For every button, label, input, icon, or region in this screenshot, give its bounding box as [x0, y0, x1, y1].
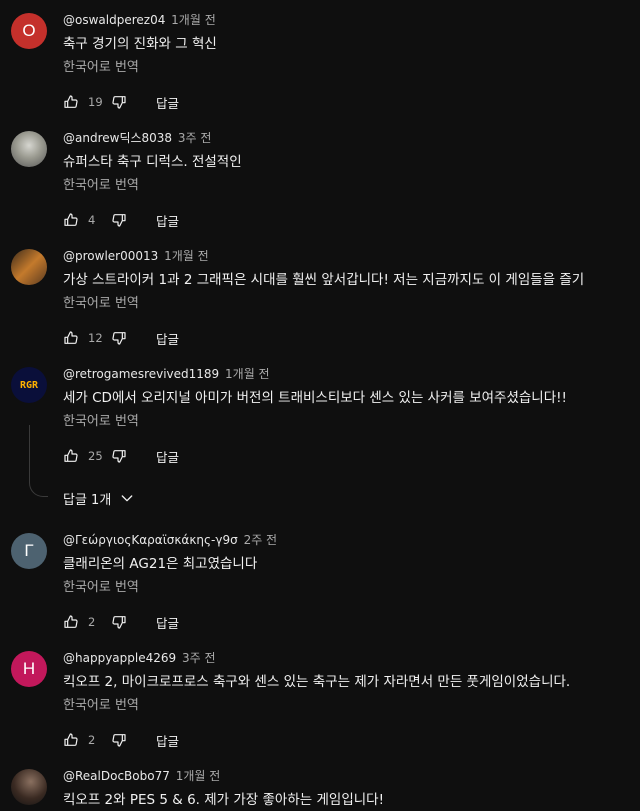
comment-author[interactable]: @happyapple4269	[63, 651, 176, 665]
avatar[interactable]	[11, 131, 47, 167]
translate-button[interactable]: 한국어로 번역	[63, 293, 139, 315]
comment-time[interactable]: 3주 전	[178, 131, 212, 145]
comment-time[interactable]: 3주 전	[182, 651, 216, 665]
comment-time[interactable]: 1개월 전	[164, 249, 209, 263]
avatar[interactable]: Γ	[11, 533, 47, 569]
comment-text: 킥오프 2와 PES 5 & 6. 제가 가장 좋아하는 게임입니다!	[63, 792, 384, 808]
translate-button[interactable]: 한국어로 번역	[63, 57, 139, 79]
avatar[interactable]: RGR	[11, 367, 47, 403]
comment-time[interactable]: 2주 전	[244, 533, 278, 547]
comment-meta: @oswaldperez04 1개월 전	[63, 11, 216, 29]
comment-author[interactable]: @ΓεώργιοςΚαραϊσκάκης-γ9σ	[63, 533, 238, 547]
comment-author[interactable]: @RealDocBobo77	[63, 769, 170, 783]
thumb-down-icon[interactable]	[110, 613, 128, 631]
comment-text: 슈퍼스타 축구 디럭스. 전설적인	[63, 154, 242, 170]
like-count: 2	[88, 733, 96, 747]
reply-button[interactable]: 답글	[156, 329, 179, 348]
chevron-down-icon	[121, 495, 133, 502]
avatar[interactable]	[11, 249, 47, 285]
avatar[interactable]: H	[11, 651, 47, 687]
view-replies-button[interactable]: 답글 1개	[63, 487, 135, 509]
avatar[interactable]	[11, 769, 47, 805]
thread-connector	[29, 425, 48, 497]
like-count: 2	[88, 615, 96, 629]
comment-text: 축구 경기의 진화와 그 혁신	[63, 36, 217, 52]
comment-meta: @prowler00013 1개월 전	[63, 247, 209, 265]
comment-item: Γ @ΓεώργιοςΚαραϊσκάκης-γ9σ 2주 전 클래리온의 AG…	[0, 531, 640, 641]
avatar-letter: RGR	[19, 379, 39, 391]
comment-item: RGR @retrogamesrevived1189 1개월 전 세가 CD에서…	[0, 365, 640, 475]
comment-meta: @ΓεώργιοςΚαραϊσκάκης-γ9σ 2주 전	[63, 531, 277, 549]
comment-actions: 2 답글	[62, 610, 179, 634]
like-count: 25	[88, 449, 103, 463]
comment-meta: @happyapple4269 3주 전	[63, 649, 216, 667]
thumb-down-icon[interactable]	[110, 211, 128, 229]
reply-button[interactable]: 답글	[156, 93, 179, 112]
thumb-down-icon[interactable]	[110, 731, 128, 749]
thumb-down-icon[interactable]	[110, 447, 128, 465]
comment-actions: 4 답글	[62, 208, 179, 232]
comment-actions: 12 답글	[62, 326, 179, 350]
translate-button[interactable]: 한국어로 번역	[63, 577, 139, 599]
thumb-down-icon[interactable]	[110, 93, 128, 111]
comment-item: H @happyapple4269 3주 전 킥오프 2, 마이크로프로스 축구…	[0, 649, 640, 759]
comment-actions: 19 답글	[62, 90, 179, 114]
comment-item: O @oswaldperez04 1개월 전 축구 경기의 진화와 그 혁신 한…	[0, 11, 640, 121]
comment-meta: @RealDocBobo77 1개월 전	[63, 767, 220, 785]
reply-button[interactable]: 답글	[156, 447, 179, 466]
comment-actions: 2 답글	[62, 728, 179, 752]
reply-button[interactable]: 답글	[156, 211, 179, 230]
comment-meta: @andrew딕스8038 3주 전	[63, 129, 211, 147]
comment-time[interactable]: 1개월 전	[171, 13, 216, 27]
reply-button[interactable]: 답글	[156, 613, 179, 632]
translate-button[interactable]: 한국어로 번역	[63, 411, 139, 433]
comment-author[interactable]: @oswaldperez04	[63, 13, 165, 27]
replies-label: 답글 1개	[63, 492, 112, 508]
comment-item: @prowler00013 1개월 전 가상 스트라이커 1과 2 그래픽은 시…	[0, 247, 640, 357]
avatar-letter: O	[22, 21, 36, 40]
comment-text: 킥오프 2, 마이크로프로스 축구와 센스 있는 축구는 제가 자라면서 만든 …	[63, 674, 571, 690]
avatar-letter: H	[22, 659, 36, 678]
like-count: 12	[88, 331, 103, 345]
avatar[interactable]: O	[11, 13, 47, 49]
thumb-down-icon[interactable]	[110, 329, 128, 347]
comment-text: 클래리온의 AG21은 최고였습니다	[63, 556, 258, 572]
comment-meta: @retrogamesrevived1189 1개월 전	[63, 365, 270, 383]
comment-text: 가상 스트라이커 1과 2 그래픽은 시대를 훨씬 앞서갑니다! 저는 지금까지…	[63, 272, 585, 288]
thumb-up-icon[interactable]	[62, 613, 80, 631]
comment-author[interactable]: @retrogamesrevived1189	[63, 367, 219, 381]
thumb-up-icon[interactable]	[62, 731, 80, 749]
avatar-letter: Γ	[24, 541, 34, 560]
comment-item: @andrew딕스8038 3주 전 슈퍼스타 축구 디럭스. 전설적인 한국어…	[0, 129, 640, 239]
thumb-up-icon[interactable]	[62, 447, 80, 465]
translate-button[interactable]: 한국어로 번역	[63, 695, 139, 717]
comment-text: 세가 CD에서 오리지널 아미가 버전의 트래비스티보다 센스 있는 사커를 보…	[63, 390, 567, 406]
comment-actions: 25 답글	[62, 444, 179, 468]
like-count: 4	[88, 213, 96, 227]
translate-button[interactable]: 한국어로 번역	[63, 175, 139, 197]
thumb-up-icon[interactable]	[62, 93, 80, 111]
like-count: 19	[88, 95, 103, 109]
comment-time[interactable]: 1개월 전	[176, 769, 221, 783]
comment-author[interactable]: @prowler00013	[63, 249, 158, 263]
comment-time[interactable]: 1개월 전	[225, 367, 270, 381]
thumb-up-icon[interactable]	[62, 211, 80, 229]
thumb-up-icon[interactable]	[62, 329, 80, 347]
comment-item: @RealDocBobo77 1개월 전 킥오프 2와 PES 5 & 6. 제…	[0, 767, 640, 808]
reply-button[interactable]: 답글	[156, 731, 179, 750]
comment-author[interactable]: @andrew딕스8038	[63, 131, 172, 145]
